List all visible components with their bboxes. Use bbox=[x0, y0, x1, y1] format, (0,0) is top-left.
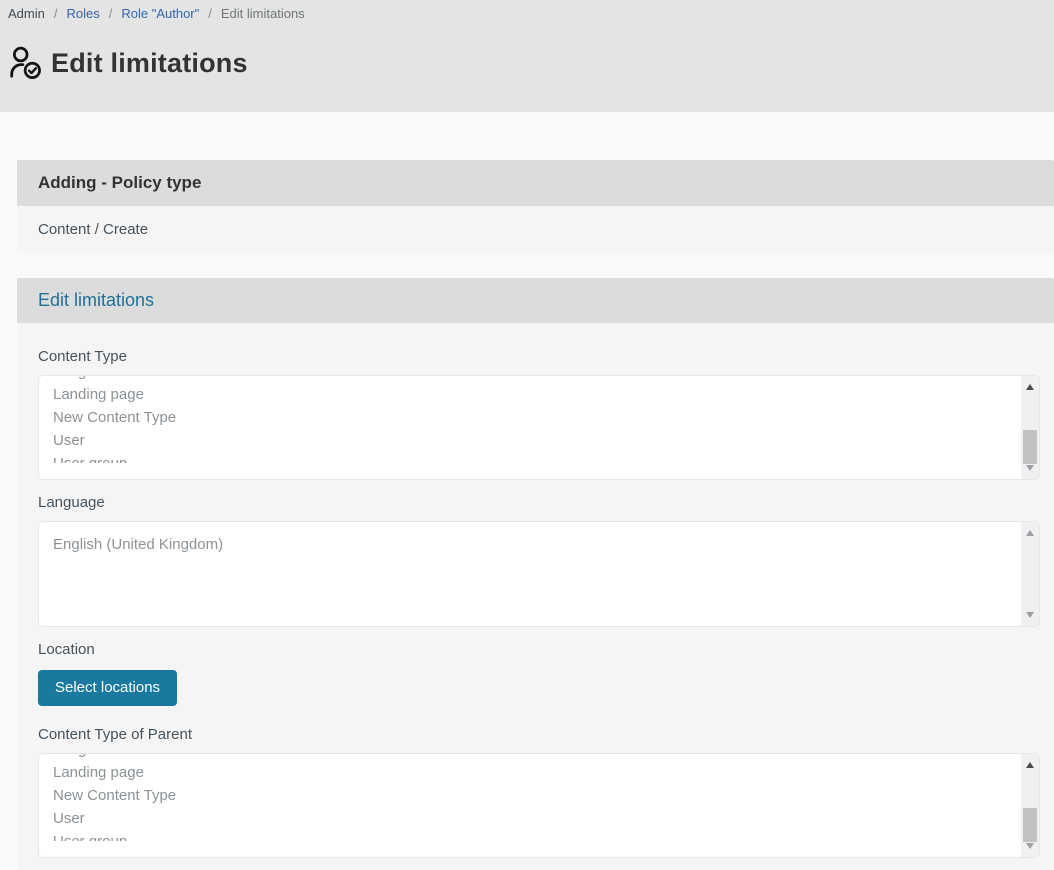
content-type-of-parent-multiselect[interactable]: ImageLanding pageNew Content TypeUserUse… bbox=[38, 753, 1040, 858]
arrow-down-icon bbox=[1026, 465, 1034, 471]
list-option[interactable]: User group bbox=[53, 830, 1019, 841]
page-title: Edit limitations bbox=[51, 48, 248, 79]
breadcrumb-separator: / bbox=[208, 6, 212, 21]
language-scrollbar[interactable] bbox=[1021, 522, 1039, 626]
list-option[interactable]: New Content Type bbox=[53, 784, 1019, 807]
list-option[interactable]: User group bbox=[53, 452, 1019, 463]
scrollbar-thumb[interactable] bbox=[1023, 430, 1037, 464]
breadcrumb-link-role-author[interactable]: Role "Author" bbox=[121, 6, 199, 21]
list-option[interactable]: Landing page bbox=[53, 761, 1019, 784]
arrow-up-icon bbox=[1026, 530, 1034, 536]
language-label: Language bbox=[38, 494, 1040, 511]
arrow-down-icon bbox=[1026, 843, 1034, 849]
policy-type-section-header: Adding - Policy type bbox=[17, 160, 1054, 206]
breadcrumb: Admin / Roles / Role "Author" / Edit lim… bbox=[8, 6, 1054, 21]
content-type-of-parent-label: Content Type of Parent bbox=[38, 726, 1040, 743]
policy-type-value: Content / Create bbox=[38, 221, 148, 238]
scroll-up-button[interactable] bbox=[1021, 757, 1039, 773]
arrow-down-icon bbox=[1026, 612, 1034, 618]
breadcrumb-separator: / bbox=[109, 6, 113, 21]
page-header: Admin / Roles / Role "Author" / Edit lim… bbox=[0, 0, 1054, 112]
breadcrumb-separator: / bbox=[54, 6, 58, 21]
arrow-up-icon bbox=[1026, 762, 1034, 768]
user-check-icon bbox=[8, 45, 44, 81]
arrow-up-icon bbox=[1026, 384, 1034, 390]
edit-limitations-section-header: Edit limitations bbox=[17, 278, 1054, 323]
list-option[interactable]: English (United Kingdom) bbox=[53, 533, 1019, 556]
breadcrumb-item-admin: Admin bbox=[8, 6, 45, 21]
content-type-label: Content Type bbox=[38, 348, 1040, 365]
list-option[interactable]: Image bbox=[53, 753, 1019, 761]
limitations-form: Content Type ImageLanding pageNew Conten… bbox=[17, 323, 1054, 870]
list-option[interactable]: New Content Type bbox=[53, 406, 1019, 429]
content-type-options: ImageLanding pageNew Content TypeUserUse… bbox=[39, 375, 1019, 463]
scroll-down-button[interactable] bbox=[1021, 607, 1039, 623]
select-locations-button[interactable]: Select locations bbox=[38, 670, 177, 706]
scroll-down-button[interactable] bbox=[1021, 460, 1039, 476]
list-option[interactable]: Landing page bbox=[53, 383, 1019, 406]
list-option[interactable]: User bbox=[53, 429, 1019, 452]
edit-limitations-section: Edit limitations Content Type ImageLandi… bbox=[17, 278, 1054, 870]
scroll-down-button[interactable] bbox=[1021, 838, 1039, 854]
edit-limitations-section-title: Edit limitations bbox=[38, 290, 154, 311]
list-option[interactable]: Image bbox=[53, 375, 1019, 383]
policy-type-section-title: Adding - Policy type bbox=[38, 173, 201, 193]
title-row: Edit limitations bbox=[8, 45, 1054, 81]
policy-type-section: Adding - Policy type Content / Create bbox=[17, 160, 1054, 253]
breadcrumb-current-page: Edit limitations bbox=[221, 6, 305, 21]
policy-type-row: Content / Create bbox=[17, 206, 1054, 253]
content-type-of-parent-options: ImageLanding pageNew Content TypeUserUse… bbox=[39, 753, 1019, 841]
scroll-up-button[interactable] bbox=[1021, 379, 1039, 395]
language-options: English (United Kingdom) bbox=[39, 522, 1019, 626]
location-label: Location bbox=[38, 641, 1040, 658]
content-type-of-parent-scrollbar[interactable] bbox=[1021, 754, 1039, 857]
language-multiselect[interactable]: English (United Kingdom) bbox=[38, 521, 1040, 627]
scrollbar-thumb[interactable] bbox=[1023, 808, 1037, 842]
content-type-multiselect[interactable]: ImageLanding pageNew Content TypeUserUse… bbox=[38, 375, 1040, 480]
scroll-up-button[interactable] bbox=[1021, 525, 1039, 541]
breadcrumb-link-roles[interactable]: Roles bbox=[66, 6, 99, 21]
content-type-scrollbar[interactable] bbox=[1021, 376, 1039, 479]
list-option[interactable]: User bbox=[53, 807, 1019, 830]
